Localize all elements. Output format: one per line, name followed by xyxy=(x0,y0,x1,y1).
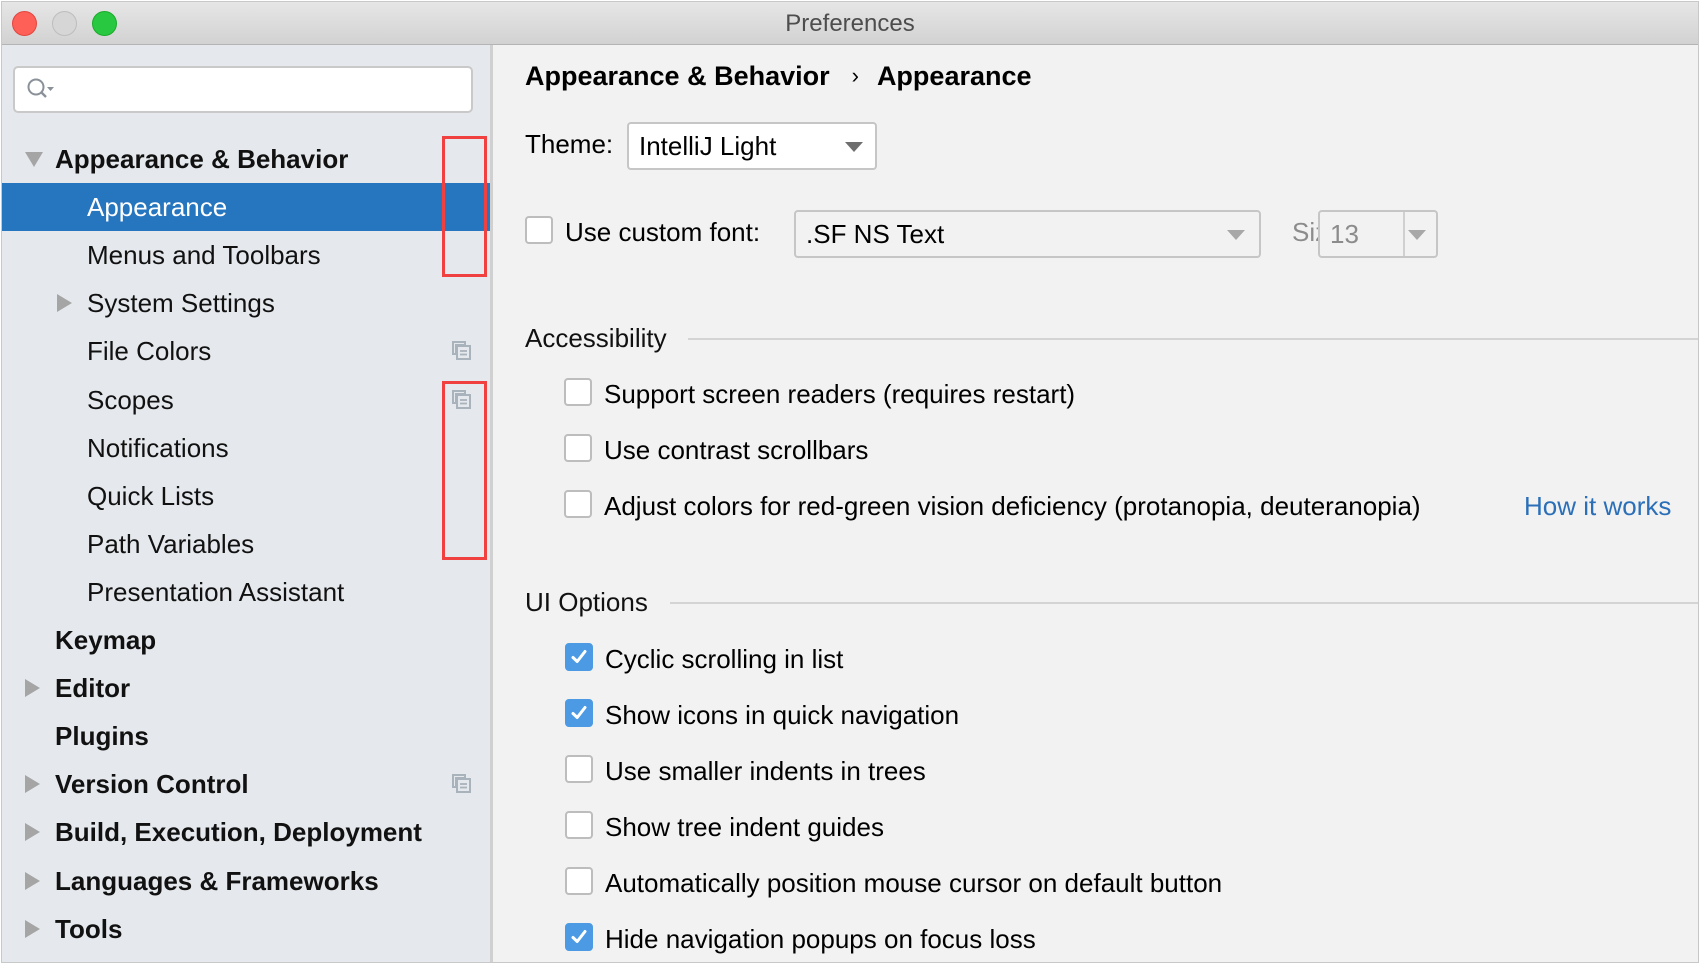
breadcrumb-separator: › xyxy=(851,63,859,88)
checkmark-icon xyxy=(571,706,587,719)
chevron-down-icon xyxy=(845,142,863,152)
use-contrast-scrollbars-checkbox[interactable] xyxy=(564,434,592,462)
sidebar-item-editor[interactable]: Editor xyxy=(2,664,490,712)
option-label[interactable]: Show tree indent guides xyxy=(605,812,884,843)
font-dropdown[interactable]: .SF NS Text xyxy=(794,210,1261,258)
support-screen-readers-requires-restart-checkbox[interactable] xyxy=(564,378,592,406)
settings-content: Appearance & Behavior › Appearance Theme: … xyxy=(493,45,1698,962)
breadcrumb-parent[interactable]: Appearance & Behavior xyxy=(525,61,830,91)
expand-arrow-down-icon[interactable] xyxy=(25,152,43,167)
theme-dropdown[interactable]: IntelliJ Light xyxy=(627,122,877,170)
sidebar-item-presentation-assistant[interactable]: Presentation Assistant xyxy=(2,568,490,616)
automatically-position-mouse-cursor-on-d-checkbox[interactable] xyxy=(565,867,593,895)
expand-arrow-right-icon[interactable] xyxy=(25,823,40,842)
ui-options-section-title: UI Options xyxy=(525,587,648,617)
font-size-combo[interactable]: 13 xyxy=(1318,210,1438,258)
sidebar-item-label: Menus and Toolbars xyxy=(87,240,321,271)
option-label[interactable]: Hide navigation popups on focus loss xyxy=(605,924,1036,955)
font-value: .SF NS Text xyxy=(806,219,945,249)
sidebar-item-label: Editor xyxy=(55,673,131,704)
window-title: Preferences xyxy=(785,10,915,37)
font-size-value: 13 xyxy=(1330,219,1359,249)
sidebar-item-scopes[interactable]: Scopes xyxy=(2,376,490,424)
option-label[interactable]: Cyclic scrolling in list xyxy=(605,644,843,675)
option-label[interactable]: Adjust colors for red-green vision defic… xyxy=(604,491,1421,522)
expand-arrow-right-icon[interactable] xyxy=(57,294,72,313)
option-label[interactable]: Use smaller indents in trees xyxy=(605,756,926,787)
ui-options-separator xyxy=(670,602,1698,604)
accessibility-separator xyxy=(688,338,1698,340)
breadcrumb: Appearance & Behavior › Appearance xyxy=(525,61,1032,92)
option-label[interactable]: Use contrast scrollbars xyxy=(604,435,868,466)
sidebar-item-appearance-behavior[interactable]: Appearance & Behavior xyxy=(2,135,490,183)
use-custom-font-checkbox[interactable] xyxy=(525,216,553,244)
sidebar-item-label: Notifications xyxy=(87,432,229,463)
checkmark-icon xyxy=(571,930,587,943)
project-level-copy-icon xyxy=(452,341,471,361)
sidebar-item-build-execution-deployment[interactable]: Build, Execution, Deployment xyxy=(2,808,490,856)
project-level-copy-icon xyxy=(452,389,471,409)
option-label[interactable]: Automatically position mouse cursor on d… xyxy=(605,868,1222,899)
sidebar-item-system-settings[interactable]: System Settings xyxy=(2,279,490,327)
sidebar-item-label: Build, Execution, Deployment xyxy=(55,817,422,848)
title-bar: Preferences xyxy=(2,2,1698,45)
accessibility-section-title: Accessibility xyxy=(525,323,667,353)
sidebar-item-version-control[interactable]: Version Control xyxy=(2,760,490,808)
how-it-works-link[interactable]: How it works xyxy=(1524,491,1671,522)
sidebar-item-appearance[interactable]: Appearance xyxy=(2,183,490,232)
preferences-window: Preferences Appearance & Behavior Appeara… xyxy=(1,1,1699,963)
chevron-down-icon xyxy=(1408,230,1426,240)
sidebar-item-languages-frameworks[interactable]: Languages & Frameworks xyxy=(2,857,490,905)
sidebar-item-notifications[interactable]: Notifications xyxy=(2,424,490,472)
checkmark-icon xyxy=(571,650,587,663)
chevron-down-icon xyxy=(1227,230,1245,240)
option-label[interactable]: Show icons in quick navigation xyxy=(605,700,959,731)
sidebar-item-label: Path Variables xyxy=(87,528,255,559)
search-icon xyxy=(27,78,54,98)
sidebar-item-menus-and-toolbars[interactable]: Menus and Toolbars xyxy=(2,231,490,279)
use-smaller-indents-in-trees-checkbox[interactable] xyxy=(565,755,593,783)
sidebar-item-quick-lists[interactable]: Quick Lists xyxy=(2,472,490,520)
sidebar-item-label: Version Control xyxy=(55,769,249,800)
sidebar-item-plugins[interactable]: Plugins xyxy=(2,712,490,760)
sidebar-item-label: System Settings xyxy=(87,288,275,319)
settings-search-input[interactable] xyxy=(13,66,473,113)
expand-arrow-right-icon[interactable] xyxy=(25,775,40,794)
sidebar-item-label: File Colors xyxy=(87,336,212,367)
show-tree-indent-guides-checkbox[interactable] xyxy=(565,811,593,839)
sidebar-item-file-colors[interactable]: File Colors xyxy=(2,327,490,375)
expand-arrow-right-icon[interactable] xyxy=(25,871,40,890)
combo-divider xyxy=(1403,212,1405,256)
cyclic-scrolling-in-list-checkbox[interactable] xyxy=(565,643,593,671)
project-level-copy-icon xyxy=(452,774,471,794)
breadcrumb-current: Appearance xyxy=(876,61,1032,91)
sidebar-item-label: Quick Lists xyxy=(87,480,215,511)
sidebar-item-label: Languages & Frameworks xyxy=(55,865,379,896)
sidebar-item-keymap[interactable]: Keymap xyxy=(2,616,490,664)
show-icons-in-quick-navigation-checkbox[interactable] xyxy=(565,699,593,727)
sidebar-item-label: Presentation Assistant xyxy=(87,576,345,607)
sidebar-item-label: Appearance & Behavior xyxy=(55,144,349,174)
sidebar-item-label: Appearance xyxy=(87,192,228,223)
sidebar-item-label: Plugins xyxy=(55,721,149,752)
sidebar-item-label: Keymap xyxy=(55,625,157,655)
use-custom-font-label[interactable]: Use custom font: xyxy=(565,217,760,248)
sidebar-item-label: Scopes xyxy=(87,384,174,415)
expand-arrow-right-icon[interactable] xyxy=(25,919,40,938)
theme-label: Theme: xyxy=(525,129,614,159)
adjust-colors-for-red-green-vision-defic-checkbox[interactable] xyxy=(564,490,592,518)
sidebar-item-path-variables[interactable]: Path Variables xyxy=(2,520,490,568)
settings-sidebar: Appearance & Behavior Appearance Menus and… xyxy=(2,45,493,962)
expand-arrow-right-icon[interactable] xyxy=(25,679,40,698)
hide-navigation-popups-on-focus-loss-checkbox[interactable] xyxy=(565,923,593,951)
sidebar-item-tools[interactable]: Tools xyxy=(2,905,490,953)
sidebar-item-label: Tools xyxy=(55,913,123,944)
theme-value: IntelliJ Light xyxy=(639,131,777,161)
option-label[interactable]: Support screen readers (requires restart… xyxy=(604,379,1075,410)
